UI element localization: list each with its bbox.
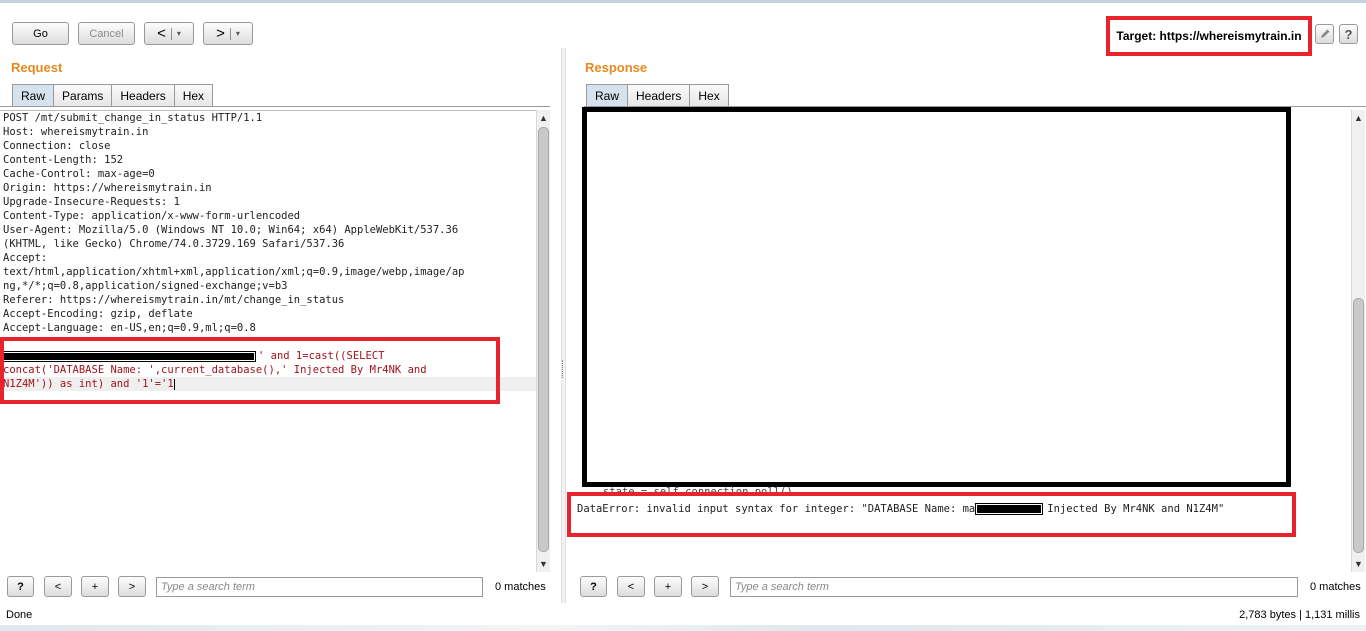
go-button[interactable]: Go (12, 22, 69, 45)
request-line: (KHTML, like Gecko) Chrome/74.0.3729.169… (3, 238, 345, 250)
request-line: Accept-Encoding: gzip, deflate (3, 308, 193, 320)
request-line: User-Agent: Mozilla/5.0 (Windows NT 10.0… (3, 224, 459, 236)
cancel-button[interactable]: Cancel (78, 22, 135, 45)
request-search-prev-button[interactable]: < (44, 576, 72, 597)
request-tabs: Raw Params Headers Hex (12, 84, 214, 107)
request-line: Content-Type: application/x-www-form-url… (3, 210, 301, 222)
request-line: Origin: https://whereismytrain.in (3, 182, 212, 194)
edit-target-button[interactable] (1315, 24, 1334, 44)
request-line: Referer: https://whereismytrain.in/mt/ch… (3, 294, 345, 306)
scroll-down-icon[interactable]: ▼ (1352, 557, 1365, 571)
drag-handle-icon[interactable] (562, 360, 565, 378)
request-line: Accept-Language: en-US,en;q=0.9,ml;q=0.8 (3, 322, 256, 334)
help-button[interactable]: ? (1339, 24, 1358, 44)
scroll-thumb[interactable] (538, 127, 549, 552)
scroll-up-icon[interactable]: ▲ (537, 111, 550, 125)
redacted-response-block (582, 107, 1291, 487)
scroll-up-icon[interactable]: ▲ (1352, 111, 1365, 125)
dropdown-icon: ▾ (176, 29, 181, 38)
back-arrow-icon: < (157, 25, 166, 42)
request-search-add-button[interactable]: + (81, 576, 109, 597)
request-line: Host: whereismytrain.in (3, 126, 149, 138)
response-search-add-button[interactable]: + (654, 576, 682, 597)
request-match-count: 0 matches (495, 581, 546, 593)
tab-underline (0, 106, 550, 107)
response-stats: 2,783 bytes | 1,131 millis (1239, 609, 1360, 621)
window-top-border (0, 0, 1366, 3)
forward-arrow-icon: > (216, 25, 225, 42)
dropdown-icon: ▾ (235, 29, 240, 38)
pencil-icon (1320, 29, 1329, 38)
request-search-input[interactable] (156, 577, 483, 597)
response-search-next-button[interactable]: > (691, 576, 719, 597)
request-search-next-button[interactable]: > (118, 576, 146, 597)
request-line: POST /mt/submit_change_in_status HTTP/1.… (3, 112, 263, 124)
response-tabs: Raw Headers Hex (586, 84, 729, 107)
request-tab-headers[interactable]: Headers (111, 84, 175, 107)
response-match-count: 0 matches (1310, 581, 1361, 593)
error-highlight (567, 492, 1296, 537)
request-line: ng,*/*;q=0.8,application/signed-exchange… (3, 280, 288, 292)
response-search-input[interactable] (730, 577, 1298, 597)
split-pane-divider[interactable] (561, 48, 566, 603)
request-line: Accept: (3, 252, 48, 264)
response-title: Response (585, 60, 648, 75)
injection-highlight (0, 337, 500, 404)
request-line: Cache-Control: max-age=0 (3, 168, 155, 180)
scroll-down-icon[interactable]: ▼ (537, 557, 550, 571)
request-search-help-button[interactable]: ? (7, 576, 34, 597)
request-line: text/html,application/xhtml+xml,applicat… (3, 266, 465, 278)
response-search-prev-button[interactable]: < (617, 576, 645, 597)
target-label: Target: https://whereismytrain.in (1116, 29, 1302, 43)
response-search-help-button[interactable]: ? (580, 576, 607, 597)
request-tab-params[interactable]: Params (53, 84, 113, 107)
scroll-thumb[interactable] (1353, 298, 1364, 553)
request-tab-raw[interactable]: Raw (12, 84, 55, 107)
request-line: Upgrade-Insecure-Requests: 1 (3, 196, 181, 208)
response-scrollbar[interactable]: ▲ ▼ (1351, 110, 1365, 572)
target-highlight: Target: https://whereismytrain.in (1106, 16, 1312, 56)
response-tab-hex[interactable]: Hex (689, 84, 729, 107)
response-tab-raw[interactable]: Raw (586, 84, 629, 107)
status-text: Done (6, 609, 33, 621)
forward-button[interactable]: > ▾ (203, 22, 253, 45)
request-line: Connection: close (3, 140, 111, 152)
response-tab-headers[interactable]: Headers (627, 84, 691, 107)
taskbar-edge (0, 625, 1366, 631)
request-title: Request (11, 60, 63, 75)
request-line: Content-Length: 152 (3, 154, 124, 166)
request-scrollbar[interactable]: ▲ ▼ (536, 110, 550, 572)
request-tab-hex[interactable]: Hex (173, 84, 214, 107)
back-button[interactable]: < ▾ (144, 22, 194, 45)
